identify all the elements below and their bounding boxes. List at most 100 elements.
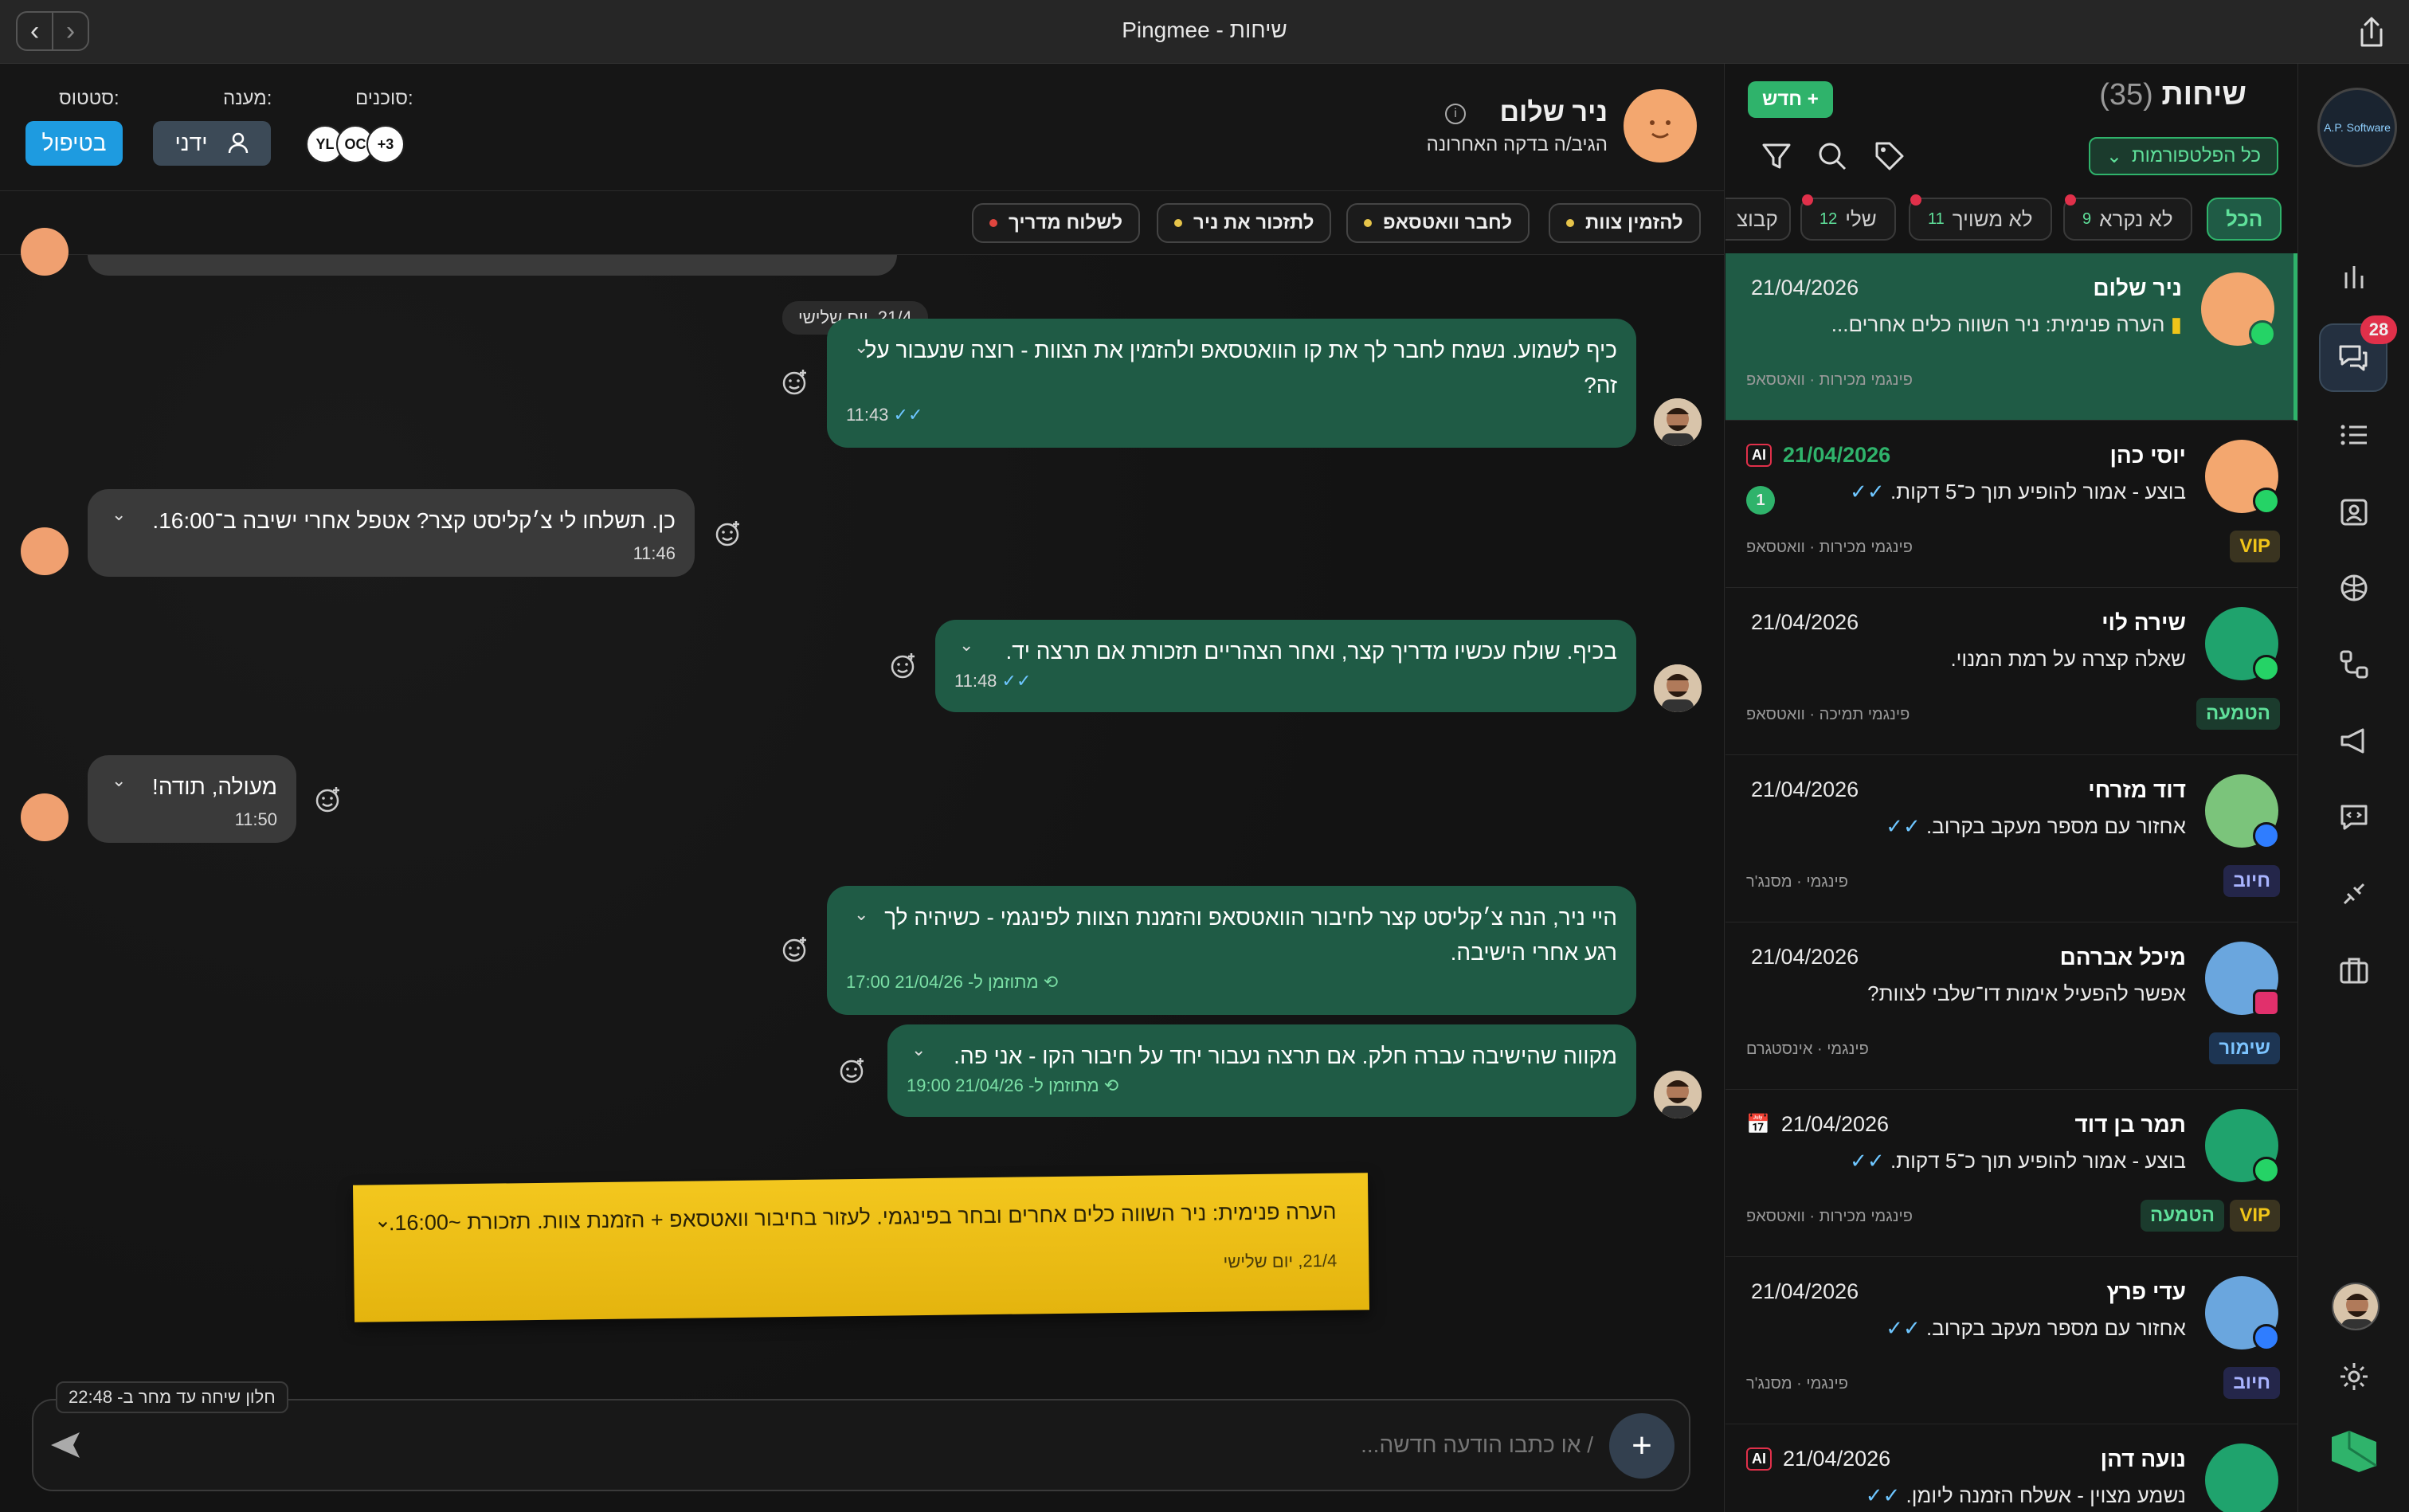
platform-filter[interactable]: כל הפלטפורמות ⌄ [2088, 137, 2278, 175]
brand-logo[interactable]: A.P. Software [2317, 88, 2397, 167]
whatsapp-icon [2253, 655, 2280, 682]
conversation-date: 21/04/2026 [1780, 1112, 1890, 1136]
react-emoji-icon[interactable] [781, 368, 809, 397]
message-outgoing[interactable]: כיף לשמוע. נשמח לחבר לך את קו הוואטסאפ ו… [827, 319, 1636, 448]
message-menu-icon[interactable]: ⌄ [854, 897, 868, 932]
briefcase-icon[interactable] [2335, 951, 2373, 989]
search-icon[interactable] [1816, 140, 1848, 176]
conversation-item[interactable]: תמר בן דוד 📅 21/04/2026 בוצע - אמור להופי… [1725, 1090, 2297, 1257]
conversation-preview: אחזור עם מספר מעקב בקרוב. ✓✓ [1886, 1316, 2186, 1340]
tag-chip[interactable]: לחבר וואטסאפ [1346, 203, 1530, 243]
filter-tab-mine[interactable]: 12 שלי [1800, 194, 1896, 241]
message-incoming[interactable]: מעולה, תודה! 11:50 ⌄ [88, 755, 296, 843]
filter-icon[interactable] [1761, 140, 1792, 176]
conversation-item[interactable]: עדי פרץ 21/04/2026 אחזור עם מספר מעקב בק… [1725, 1257, 2297, 1424]
contact-status: הגיב/ה בדקה האחרונה [1426, 134, 1608, 155]
react-emoji-icon[interactable] [838, 1056, 867, 1085]
tag-chip[interactable]: להזמין צוות [1549, 203, 1701, 243]
react-emoji-icon[interactable] [314, 785, 343, 814]
tag-dot [1364, 219, 1372, 227]
label-badge: הטמעה [2196, 698, 2280, 730]
contact-name: ניר שלום [1499, 97, 1608, 127]
read-check-icon: ✓✓ [1001, 671, 1032, 691]
feedback-icon[interactable] [2335, 798, 2373, 836]
whatsapp-icon [2249, 320, 2276, 347]
contact-avatar-small [21, 228, 69, 276]
message-text: כיף לשמוע. נשמח לחבר לך את קו הוואטסאפ ו… [864, 338, 1617, 398]
responder-value: ידני [174, 131, 208, 155]
send-icon[interactable] [49, 1431, 81, 1463]
tag-chip[interactable]: לשלוח מדריך [972, 203, 1141, 243]
flows-icon[interactable] [2335, 645, 2373, 684]
react-emoji-icon[interactable] [714, 519, 742, 548]
notification-dot [1802, 194, 1813, 206]
tag-dot [989, 219, 997, 227]
responder-label: מענה: [223, 88, 272, 109]
conversation-name: עדי פרץ [2106, 1279, 2186, 1304]
vip-badge: VIP [2230, 531, 2280, 562]
filter-tab-unassigned[interactable]: 11 לא משויך [1909, 194, 2052, 241]
info-icon[interactable]: i [1445, 104, 1466, 124]
levels-icon[interactable] [2335, 258, 2373, 296]
notification-dot [1910, 194, 1921, 206]
message-input[interactable] [113, 1423, 1593, 1467]
share-icon[interactable] [2350, 11, 2393, 54]
agents-avatars[interactable]: YL OC +3 [306, 123, 405, 166]
message-scheduled[interactable]: היי ניר, הנה צ׳קליסט קצר לחיבור הוואטסאפ… [827, 886, 1636, 1015]
agent-more: +3 [366, 125, 405, 163]
responder-select[interactable]: ידני [153, 121, 271, 166]
filter-tab-unread[interactable]: 9 לא נקרא [2063, 194, 2192, 241]
message-menu-icon[interactable]: ⌄ [112, 497, 126, 532]
conversation-source: פינגמי מכירות · וואטסאפ [1746, 1208, 1913, 1225]
message-incoming[interactable]: כן. תשלחו לי צ׳קליסט קצר? אטפל אחרי ישיב… [88, 489, 695, 577]
contact-avatar[interactable] [1624, 89, 1697, 163]
agents-label: סוכנים: [355, 88, 413, 109]
conversation-date-row: AI 21/04/2026 [1746, 1447, 1890, 1471]
integrations-icon[interactable] [2335, 875, 2373, 913]
ai-badge: AI [1746, 1447, 1772, 1471]
filter-tab-groups[interactable]: קבוצ [1725, 198, 1791, 241]
conversation-item[interactable]: נועה דהן AI 21/04/2026 נשמע מצוין - אשלח … [1725, 1424, 2297, 1512]
list-icon[interactable] [2335, 416, 2373, 454]
conversation-item[interactable]: יוסי כהן AI 21/04/2026 1 בוצע - אמור להופ… [1725, 421, 2297, 588]
pingmee-logo[interactable] [2330, 1429, 2378, 1474]
brain-icon[interactable] [2335, 569, 2373, 607]
whatsapp-icon [2253, 488, 2280, 515]
conversation-name: נועה דהן [2100, 1447, 2186, 1471]
internal-note[interactable]: הערה פנימית: ניר השווה כלים אחרים ובחר ב… [352, 1173, 1370, 1322]
settings-icon[interactable] [2335, 1357, 2373, 1396]
attach-plus-button[interactable]: + [1609, 1413, 1675, 1479]
notifications-badge: 28 [2360, 315, 2397, 344]
message-menu-icon[interactable]: ⌄ [959, 628, 973, 663]
status-button[interactable]: בטיפול [25, 121, 123, 166]
tag-chip[interactable]: לתזכור את ניר [1157, 203, 1332, 243]
conversation-name: דוד מזרחי [2088, 778, 2186, 802]
message-menu-icon[interactable]: ⌄ [854, 330, 868, 365]
conversation-date-row: 📅 21/04/2026 [1746, 1112, 1889, 1137]
message-menu-icon[interactable]: ⌄ [112, 763, 126, 798]
filter-tab-all[interactable]: הכל [2207, 198, 2282, 241]
message-outgoing[interactable]: בכיף. שולח עכשיו מדריך קצר, ואחר הצהריים… [935, 620, 1636, 712]
react-emoji-icon[interactable] [889, 652, 918, 680]
contacts-icon[interactable] [2335, 492, 2373, 531]
conversation-item[interactable]: ניר שלום 21/04/2026 ▮ הערה פנימית: ניר ה… [1725, 253, 2297, 421]
conversation-item[interactable]: מיכל אברהם 21/04/2026 אפשר להפעיל אימות … [1725, 922, 2297, 1090]
megaphone-icon[interactable] [2335, 722, 2373, 760]
label-badge: שימור [2209, 1032, 2280, 1064]
new-conversation-button[interactable]: + חדש [1748, 81, 1833, 118]
note-menu-icon[interactable]: ⌄ [374, 1204, 391, 1236]
clock-icon: ⟲ [1043, 972, 1059, 992]
conversation-item[interactable]: שירה לוי 21/04/2026 שאלה קצרה על רמת המנ… [1725, 588, 2297, 755]
title-bar: ‹ › Pingmee - שיחות [0, 0, 2409, 64]
contact-avatar-small [21, 793, 69, 841]
tag-icon[interactable] [1874, 140, 1906, 176]
conversation-preview: שאלה קצרה על רמת המנוי. [1950, 647, 2186, 671]
message-text: היי ניר, הנה צ׳קליסט קצר לחיבור הוואטסאפ… [884, 905, 1617, 965]
window-title: Pingmee - שיחות [1122, 18, 1287, 42]
messenger-icon [2253, 822, 2280, 849]
message-scheduled[interactable]: מקווה שהישיבה עברה חלק. אם תרצה נעבור יח… [887, 1024, 1636, 1117]
user-avatar[interactable] [2332, 1283, 2380, 1330]
conversation-item[interactable]: דוד מזרחי 21/04/2026 אחזור עם מספר מעקב … [1725, 755, 2297, 922]
react-emoji-icon[interactable] [781, 935, 809, 964]
message-menu-icon[interactable]: ⌄ [911, 1032, 926, 1067]
